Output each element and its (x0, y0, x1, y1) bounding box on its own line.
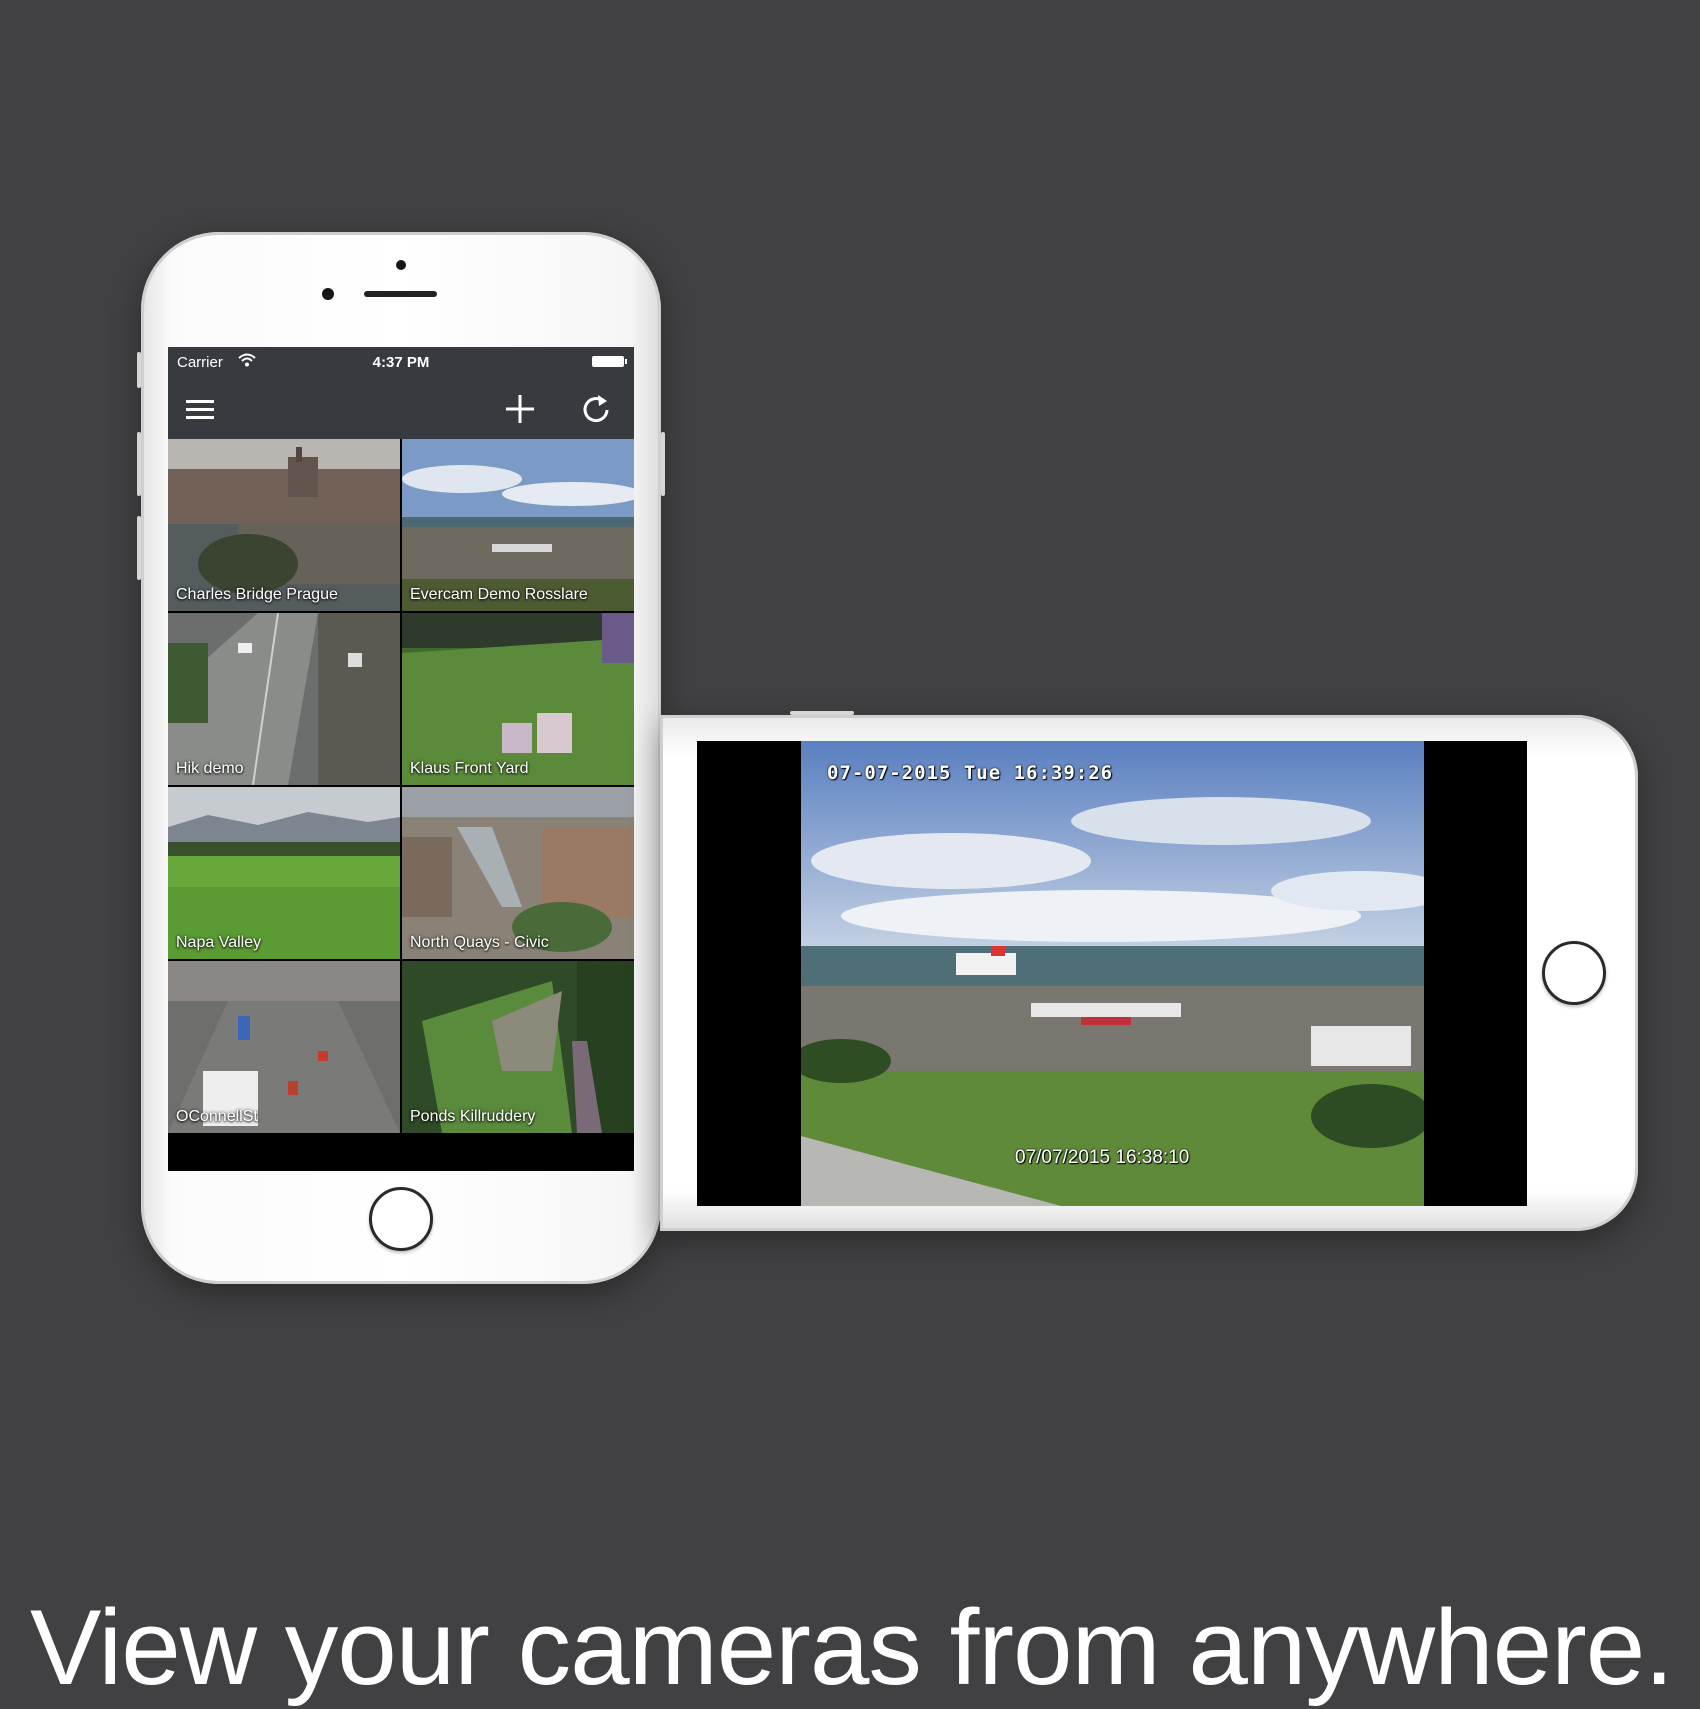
marketing-tagline: View your cameras from anywhere. (30, 1587, 1674, 1707)
osd-timestamp-bottom: 07/07/2015 16:38:10 (1015, 1147, 1190, 1168)
camera-name: Hik demo (176, 760, 244, 777)
camera-list-screen: Carrier 4:37 PM Charles Bridge Prague Ev… (168, 347, 634, 1171)
camera-tile[interactable]: Ponds Killruddery (402, 961, 634, 1133)
proximity-sensor (396, 260, 406, 270)
mute-switch (137, 352, 141, 388)
camera-grid: Charles Bridge Prague Evercam Demo Rossl… (168, 439, 634, 1135)
camera-name: North Quays - Civic (410, 934, 549, 951)
navigation-bar (168, 377, 634, 439)
battery-icon (592, 356, 627, 367)
camera-tile[interactable]: Hik demo (168, 613, 400, 785)
osd-timestamp-top: 07-07-2015 Tue 16:39:26 (827, 762, 1114, 784)
refresh-icon[interactable] (576, 389, 616, 429)
live-feed-image (801, 741, 1424, 1206)
home-button[interactable] (369, 1187, 433, 1251)
camera-name: Evercam Demo Rosslare (410, 586, 588, 603)
earpiece-speaker (364, 291, 437, 297)
live-camera-feed[interactable]: 07-07-2015 Tue 16:39:26 07/07/2015 16:38… (801, 741, 1424, 1206)
camera-name: Ponds Killruddery (410, 1108, 536, 1125)
front-camera (322, 288, 334, 300)
camera-tile[interactable]: North Quays - Civic (402, 787, 634, 959)
camera-tile[interactable]: OConnellSt (168, 961, 400, 1133)
plus-icon[interactable] (500, 389, 540, 429)
live-view-screen: 07-07-2015 Tue 16:39:26 07/07/2015 16:38… (697, 741, 1527, 1206)
camera-tile[interactable]: Napa Valley (168, 787, 400, 959)
landscape-phone: 07-07-2015 Tue 16:39:26 07/07/2015 16:38… (660, 711, 1638, 1231)
power-button (661, 432, 665, 496)
camera-tile[interactable]: Klaus Front Yard (402, 613, 634, 785)
status-bar: Carrier 4:37 PM (168, 347, 634, 377)
hamburger-menu-icon[interactable] (180, 389, 220, 429)
volume-up-button (137, 432, 141, 496)
camera-tile[interactable]: Evercam Demo Rosslare (402, 439, 634, 611)
power-button (790, 711, 854, 715)
status-time: 4:37 PM (372, 354, 430, 371)
camera-name: Napa Valley (176, 934, 262, 951)
volume-down-button (137, 516, 141, 580)
camera-name: Charles Bridge Prague (176, 586, 338, 603)
portrait-phone: Carrier 4:37 PM Charles Bridge Prague Ev… (137, 232, 665, 1284)
camera-tile[interactable]: Charles Bridge Prague (168, 439, 400, 611)
home-button[interactable] (1542, 941, 1606, 1005)
camera-name: OConnellSt (176, 1108, 258, 1125)
camera-name: Klaus Front Yard (410, 760, 529, 777)
